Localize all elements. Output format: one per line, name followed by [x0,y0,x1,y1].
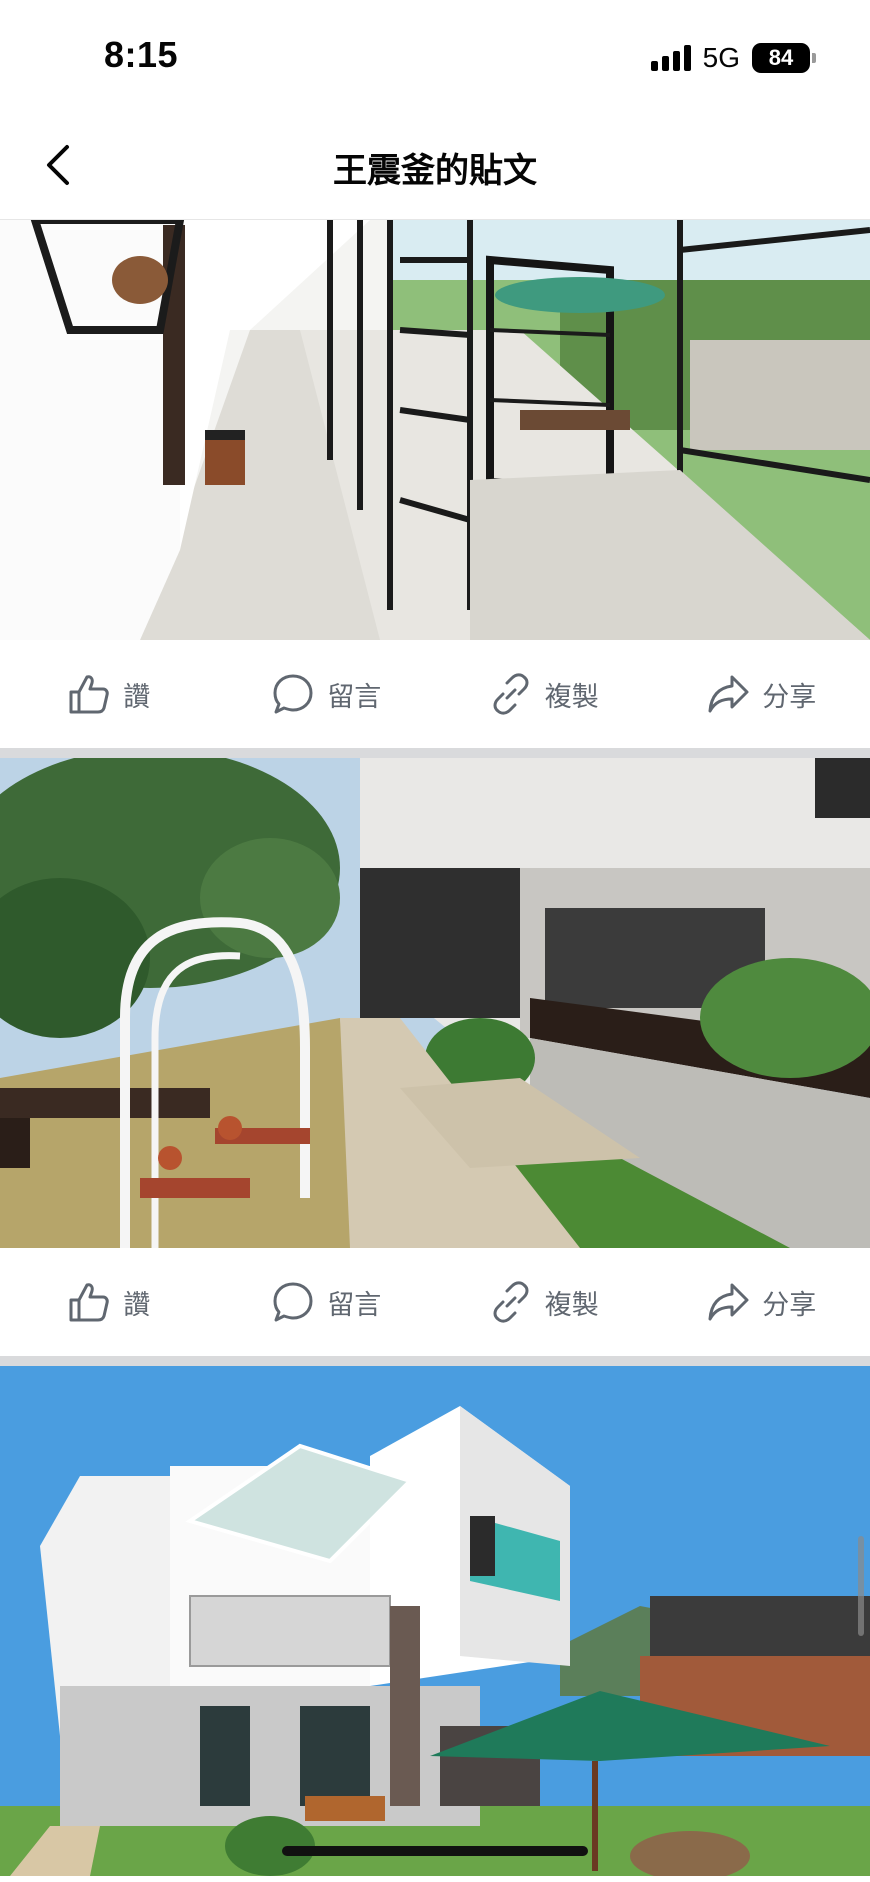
comment-button[interactable]: 留言 [218,1248,436,1356]
post-actions: 讚 留言 複製 分享 [0,1248,870,1356]
share-button[interactable]: 分享 [653,1248,870,1356]
copy-link-button[interactable]: 複製 [435,640,653,748]
post-actions: 讚 留言 複製 分享 [0,640,870,748]
share-label: 分享 [762,1289,817,1320]
comment-label: 留言 [327,1289,382,1320]
status-bar: 8:15 5G 84 [0,0,870,110]
like-button[interactable]: 讚 [0,1248,218,1356]
scrollbar[interactable] [858,1536,864,1636]
copy-label: 複製 [544,1289,599,1320]
like-label: 讚 [123,681,151,712]
battery-icon: 84 [752,43,816,73]
status-time: 8:15 [104,34,179,75]
nav-header: 王震釜的貼文 [0,110,870,220]
post-divider [0,1356,870,1366]
comment-button[interactable]: 留言 [218,640,436,748]
home-indicator[interactable] [282,1846,588,1856]
like-button[interactable]: 讚 [0,640,218,748]
share-icon [708,675,749,713]
copy-link-button[interactable]: 複製 [435,1248,653,1356]
status-indicators: 5G 84 [650,40,816,76]
like-icon [69,1283,109,1322]
post-divider [0,748,870,758]
link-icon [493,673,529,715]
share-icon [708,1283,749,1321]
post-photo-garden[interactable] [0,758,870,1248]
page-title: 王震釜的貼文 [333,152,537,190]
share-label: 分享 [762,681,817,712]
share-button[interactable]: 分享 [653,640,870,748]
post-photo-corridor[interactable] [0,220,870,640]
signal-icon [650,45,691,71]
post-feed: 讚 留言 複製 分享 讚 留言 複製 分享 [0,220,870,1876]
like-label: 讚 [123,1289,151,1320]
copy-label: 複製 [544,681,599,712]
comment-label: 留言 [327,681,382,712]
link-icon [493,1281,529,1323]
network-type: 5G [702,42,740,73]
post-photo-villa[interactable] [0,1366,870,1876]
battery-level: 84 [768,45,794,70]
comment-icon [273,674,313,714]
comment-icon [273,1282,313,1322]
like-icon [69,675,109,714]
